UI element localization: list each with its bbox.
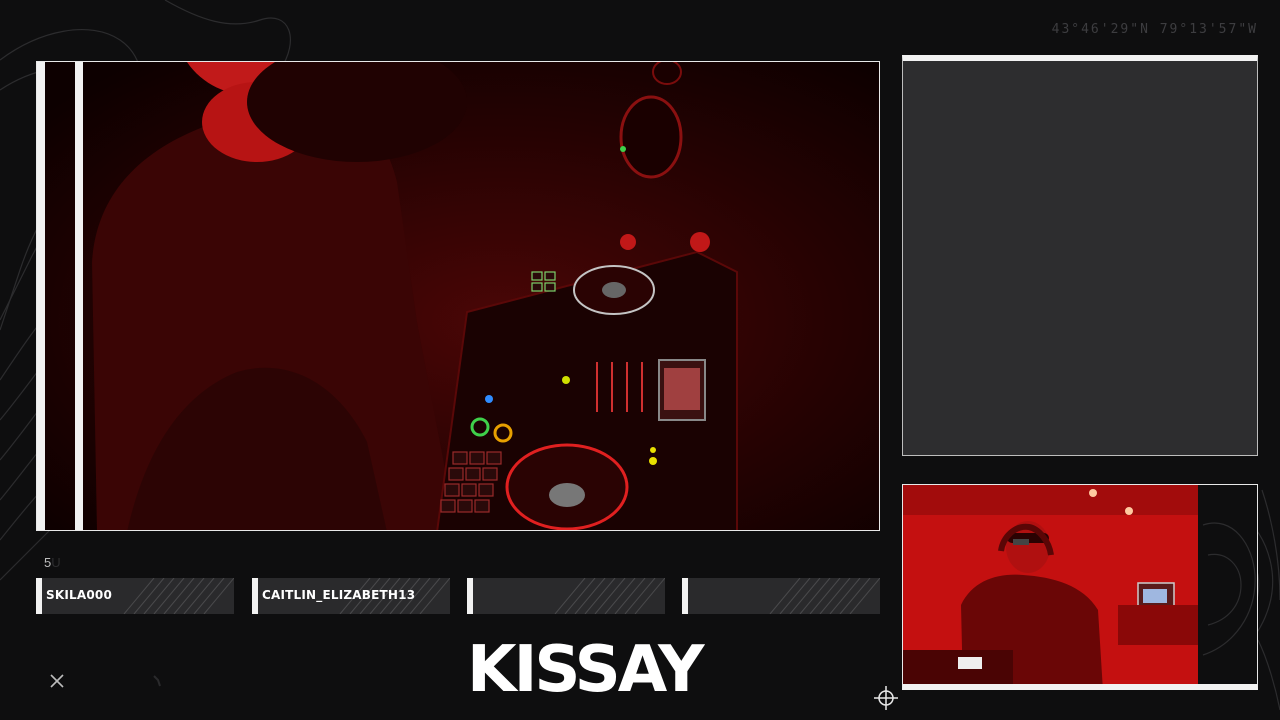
face-camera-image [903,485,1257,684]
gps-coordinates: 43°46'29"N 79°13'57"W [1051,22,1258,37]
event-slot: SKILA000 [36,578,234,614]
face-camera-feed [902,484,1258,690]
frame-accent-bar [75,62,83,530]
crosshair-icon [874,686,898,710]
frame-accent-bar [37,62,45,530]
dj-camera-image [37,62,879,530]
slot-stripes [769,578,880,614]
event-username: CAITLIN_ELIZABETH13 [262,588,416,602]
chat-panel [902,55,1258,456]
main-camera-feed [36,61,880,531]
sub-label-faded: U [51,555,61,570]
event-slot: CAITLIN_ELIZABETH13 [252,578,450,614]
event-username: SKILA000 [46,588,112,602]
close-icon [50,674,64,688]
kissay-logo: KISSAY [467,633,704,707]
slot-stripes [554,578,665,614]
event-slot [682,578,880,614]
stream-sub-counter: 5U [44,555,61,570]
slot-stripes [123,578,234,614]
event-slot [467,578,665,614]
phone-icon [153,675,161,687]
